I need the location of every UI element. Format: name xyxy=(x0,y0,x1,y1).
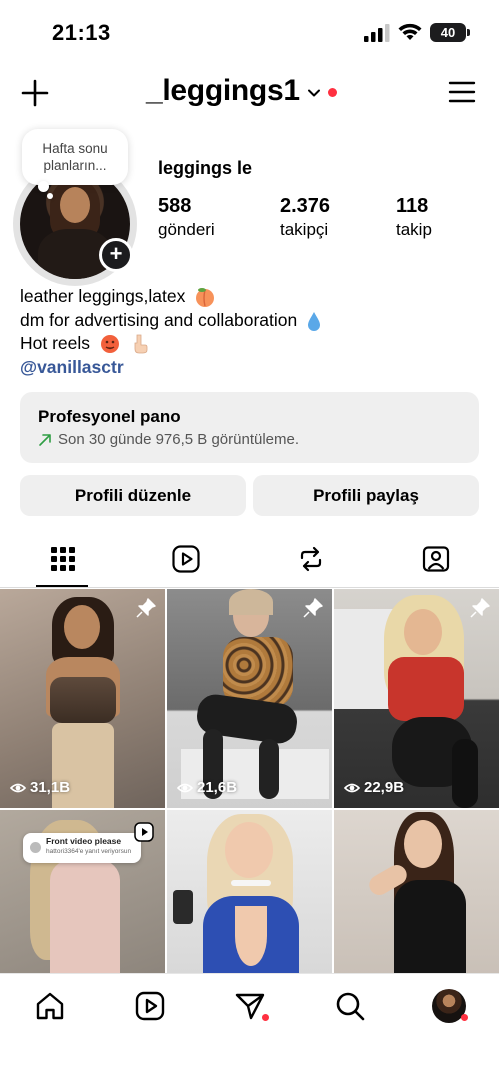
notification-dot xyxy=(327,87,337,97)
post-views-text: 21,6B xyxy=(197,779,238,796)
post-views-text: 22,9B xyxy=(364,779,405,796)
stat-followers-value: 2.376 xyxy=(280,195,331,217)
grid-icon[interactable] xyxy=(48,544,78,574)
reposts-icon[interactable] xyxy=(296,544,326,574)
professional-dashboard[interactable]: Profesyonel pano Son 30 günde 976,5 B gö… xyxy=(20,392,479,463)
account-switcher[interactable]: _leggings1 xyxy=(146,74,337,108)
display-name: leggings le xyxy=(158,158,253,178)
reply-comment-card: Front video please hattori3364'e yanıt v… xyxy=(23,833,141,863)
create-plus-icon[interactable] xyxy=(20,78,50,108)
battery-icon: 40 xyxy=(430,23,470,42)
post-tile-3[interactable]: 22,9B xyxy=(334,589,499,808)
bio-link[interactable]: @vanillasctr xyxy=(20,356,322,380)
stat-following[interactable]: 118 takip xyxy=(396,195,432,240)
bio-line-2: dm for advertising and collaboration xyxy=(20,309,322,333)
reels-icon[interactable] xyxy=(171,544,201,574)
messages-notification-dot xyxy=(262,1014,269,1021)
reels-nav-icon[interactable] xyxy=(134,990,166,1022)
reply-card-title: Front video please xyxy=(46,836,122,846)
post-views: 31,1B xyxy=(10,779,70,796)
post-views: 22,9B xyxy=(344,779,404,796)
search-icon[interactable] xyxy=(334,990,366,1022)
stat-followers-label: takipçi xyxy=(280,220,329,239)
add-story-button[interactable]: + xyxy=(99,238,133,272)
droplet-emoji-icon xyxy=(308,311,321,331)
posts-grid: 31,1B 21,6B 22,9B xyxy=(0,589,499,975)
stat-following-value: 118 xyxy=(396,195,429,217)
profile-header: _leggings1 xyxy=(0,64,499,124)
pin-icon xyxy=(303,598,323,618)
hot-face-emoji-icon xyxy=(100,335,119,354)
dashboard-title: Profesyonel pano xyxy=(38,407,181,426)
stat-posts-value: 588 xyxy=(158,195,192,217)
post-tile-1[interactable]: 31,1B xyxy=(0,589,165,808)
wifi-icon xyxy=(398,23,422,40)
dashboard-subtitle-text: Son 30 günde 976,5 B görüntüleme. xyxy=(58,431,300,448)
bio-line-1: leather leggings,latex xyxy=(20,285,322,309)
chevron-down-icon xyxy=(307,89,320,97)
bio-line-1-text: leather leggings,latex xyxy=(20,286,186,306)
active-tab-indicator xyxy=(36,585,88,587)
pointing-down-emoji-icon xyxy=(134,334,148,354)
bio-line-2-text: dm for advertising and collaboration xyxy=(20,309,298,330)
share-profile-button[interactable]: Profili paylaş xyxy=(253,475,479,516)
note-bubble-tail xyxy=(38,181,49,192)
home-icon[interactable] xyxy=(34,990,66,1022)
profile-tabs xyxy=(0,532,499,588)
stat-following-label: takip xyxy=(396,220,432,239)
eye-icon xyxy=(177,783,193,792)
post-tile-5[interactable] xyxy=(167,810,332,975)
pin-icon xyxy=(470,598,490,618)
post-tile-6[interactable] xyxy=(334,810,499,975)
profile-bio: leather leggings,latex dm for advertisin… xyxy=(20,285,322,379)
bio-line-3-text: Hot reels xyxy=(20,333,91,353)
pin-icon xyxy=(136,598,156,618)
note-bubble-tail-small xyxy=(47,193,53,199)
commenter-avatar-icon xyxy=(30,842,41,853)
edit-profile-button[interactable]: Profili düzenle xyxy=(20,475,246,516)
stat-posts-label: gönderi xyxy=(158,220,215,239)
bottom-navigation xyxy=(0,973,499,1080)
reel-badge-icon xyxy=(134,822,154,842)
cellular-signal-icon xyxy=(364,24,390,42)
post-tile-2[interactable]: 21,6B xyxy=(167,589,332,808)
post-views: 21,6B xyxy=(177,779,237,796)
trending-up-arrow-icon xyxy=(39,433,51,446)
dashboard-subtitle: Son 30 günde 976,5 B görüntüleme. xyxy=(38,431,479,448)
eye-icon xyxy=(10,783,26,792)
hamburger-menu-icon[interactable] xyxy=(448,80,476,104)
status-time: 21:13 xyxy=(52,20,111,45)
username: _leggings1 xyxy=(146,74,300,107)
stat-posts[interactable]: 588 gönderi xyxy=(158,195,215,240)
peach-emoji-icon xyxy=(196,288,215,308)
eye-icon xyxy=(344,783,360,792)
profile-notification-dot xyxy=(461,1014,468,1021)
profile-note[interactable]: Hafta sonu planların... xyxy=(22,129,128,185)
tagged-icon[interactable] xyxy=(421,544,451,574)
status-bar: 21:13 40 xyxy=(0,0,499,64)
post-views-text: 31,1B xyxy=(30,779,71,796)
bio-line-3: Hot reels xyxy=(20,332,322,356)
stat-followers[interactable]: 2.376 takipçi xyxy=(280,195,330,240)
reply-card-subtitle: hattori3364'e yanıt veriyorsun xyxy=(46,848,132,855)
